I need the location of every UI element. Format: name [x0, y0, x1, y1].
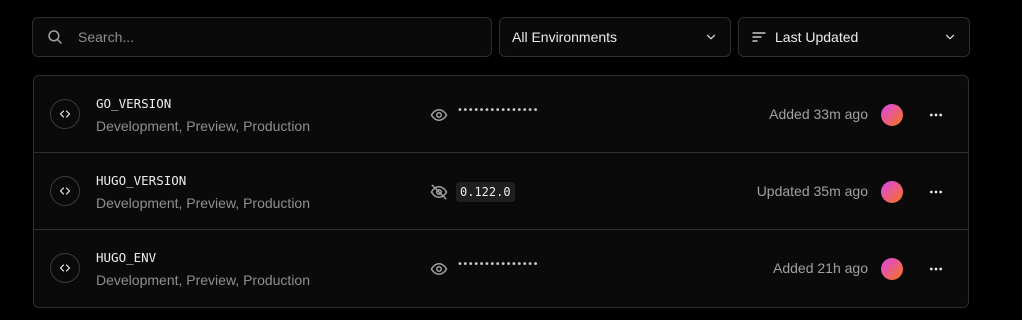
avatar: [881, 181, 903, 203]
search-icon: [48, 30, 62, 44]
search-box[interactable]: [32, 17, 492, 57]
code-brackets-icon: [50, 176, 80, 206]
chevron-down-icon: [706, 34, 716, 40]
code-brackets-icon: [50, 253, 80, 283]
more-horizontal-icon[interactable]: [924, 181, 948, 203]
environment-select[interactable]: All Environments: [499, 17, 731, 57]
sort-lines-icon: [752, 32, 766, 42]
updated-time: Added 21h ago: [773, 260, 868, 276]
sort-select-content: Last Updated: [751, 29, 858, 45]
variable-environments: Development, Preview, Production: [96, 118, 310, 134]
eye-icon[interactable]: [430, 106, 448, 124]
eye-off-icon[interactable]: [430, 183, 448, 201]
more-horizontal-icon[interactable]: [924, 258, 948, 280]
code-brackets-icon: [50, 99, 80, 129]
chevron-down-icon: [945, 34, 955, 40]
variable-name: GO_VERSION: [96, 96, 172, 111]
environment-select-label: All Environments: [512, 29, 618, 45]
env-variable-row: HUGO_ENV Development, Preview, Productio…: [34, 230, 968, 307]
variable-name: HUGO_VERSION: [96, 173, 187, 188]
avatar: [881, 258, 903, 280]
sort-select-label: Last Updated: [775, 29, 859, 45]
variable-environments: Development, Preview, Production: [96, 272, 310, 288]
sort-select[interactable]: Last Updated: [738, 17, 970, 57]
env-variable-row: GO_VERSION Development, Preview, Product…: [34, 76, 968, 153]
masked-value: •••••••••••••••: [457, 105, 538, 116]
variable-value: 0.122.0: [456, 182, 515, 202]
variable-name: HUGO_ENV: [96, 250, 157, 265]
eye-icon[interactable]: [430, 260, 448, 278]
updated-time: Updated 35m ago: [756, 183, 868, 199]
search-input[interactable]: [76, 28, 460, 46]
env-variable-row: HUGO_VERSION Development, Preview, Produ…: [34, 153, 968, 230]
variable-environments: Development, Preview, Production: [96, 195, 310, 211]
more-horizontal-icon[interactable]: [924, 104, 948, 126]
toolbar: All Environments Last Updated: [32, 17, 970, 59]
masked-value: •••••••••••••••: [457, 259, 538, 270]
updated-time: Added 33m ago: [769, 106, 868, 122]
avatar: [881, 104, 903, 126]
env-variable-list: GO_VERSION Development, Preview, Product…: [33, 75, 969, 308]
